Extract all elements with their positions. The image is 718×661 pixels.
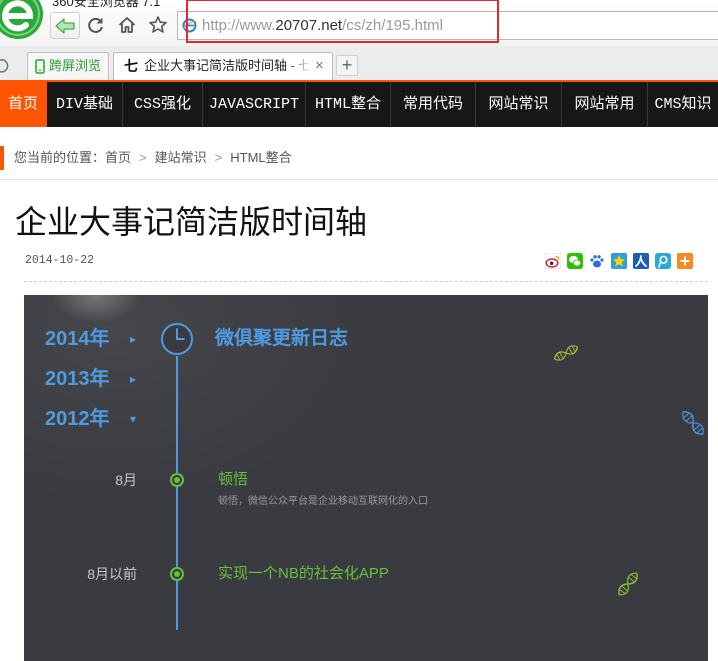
tab-favicon: 七 bbox=[124, 58, 138, 74]
weibo-icon[interactable] bbox=[545, 253, 561, 269]
refresh-icon bbox=[88, 17, 103, 33]
breadcrumb: 您当前的位置：首页 > 建站常识 > HTML整合 bbox=[0, 146, 718, 171]
divider bbox=[0, 179, 718, 180]
year-label: 2013年 bbox=[45, 368, 110, 390]
year-label: 2014年 bbox=[45, 328, 110, 350]
year-label: 2012年 bbox=[45, 408, 110, 430]
new-tab-button[interactable]: + bbox=[336, 55, 358, 76]
dashed-divider bbox=[24, 281, 708, 282]
year-2014[interactable]: 2014年 ▸ bbox=[45, 327, 155, 351]
breadcrumb-text: 您当前的位置：首页 > 建站常识 > HTML整合 bbox=[14, 146, 292, 170]
tab-label: 跨屏浏览 bbox=[49, 58, 102, 73]
breadcrumb-link-category[interactable]: 建站常识 bbox=[155, 150, 207, 165]
caret-right-icon: ▸ bbox=[130, 372, 137, 386]
nav-item-div[interactable]: DIV基础 bbox=[47, 82, 123, 127]
renren-icon[interactable] bbox=[633, 253, 649, 269]
chevron-right-icon: > bbox=[214, 150, 223, 165]
breadcrumb-link-subcategory[interactable]: HTML整合 bbox=[230, 150, 291, 165]
baidu-icon[interactable] bbox=[589, 253, 605, 269]
tab-cross-screen[interactable]: 跨屏浏览 bbox=[27, 52, 109, 80]
timeline-axis bbox=[176, 356, 178, 630]
share-bar bbox=[545, 253, 693, 269]
year-2012[interactable]: 2012年 ▾ bbox=[45, 407, 155, 431]
tencent-weibo-icon[interactable] bbox=[655, 253, 671, 269]
timeline-heading: 微俱聚更新日志 bbox=[215, 328, 349, 349]
tab-current[interactable]: 七 企业大事记简洁版时间轴 - 七七 × bbox=[113, 52, 333, 80]
wechat-icon[interactable] bbox=[567, 253, 583, 269]
caret-down-icon: ▾ bbox=[130, 412, 137, 426]
event-dot-icon bbox=[170, 567, 184, 581]
site-nav: 首页 DIV基础 CSS强化 JAVASCRIPT HTML整合 常用代码 网站… bbox=[0, 82, 718, 127]
nav-item-code[interactable]: 常用代码 bbox=[391, 82, 476, 127]
qzone-icon[interactable] bbox=[611, 253, 627, 269]
nav-item-web-knowledge[interactable]: 网站常识 bbox=[476, 82, 562, 127]
chevron-right-icon: > bbox=[139, 150, 147, 165]
tab-strip: 跨屏浏览 七 企业大事记简洁版时间轴 - 七七 × + bbox=[0, 46, 718, 80]
refresh-button[interactable] bbox=[84, 13, 108, 37]
event-date: 8月 bbox=[115, 472, 137, 488]
dna-decoration-icon bbox=[618, 572, 638, 596]
event-title: 顿悟 bbox=[218, 471, 249, 488]
caret-right-icon: ▸ bbox=[130, 332, 137, 346]
favorite-button[interactable] bbox=[146, 13, 170, 37]
nav-item-html[interactable]: HTML整合 bbox=[306, 82, 391, 127]
more-share-icon[interactable] bbox=[677, 253, 693, 269]
timeline-demo-image: 2014年 ▸ 2013年 ▸ 2012年 ▾ 微俱聚更新日志 8月 顿悟 顿悟… bbox=[24, 295, 708, 661]
nav-item-cms[interactable]: CMS知识 bbox=[648, 82, 718, 127]
nav-item-home[interactable]: 首页 bbox=[0, 82, 47, 127]
home-icon bbox=[118, 17, 136, 33]
article-date: 2014-10-22 bbox=[25, 254, 95, 267]
event-description: 顿悟，微信公众平台是企业移动互联网化的入口 bbox=[218, 496, 428, 507]
event-title: 实现一个NB的社会化APP bbox=[218, 565, 389, 582]
star-icon bbox=[149, 16, 167, 33]
breadcrumb-accent-bar bbox=[0, 146, 4, 170]
url-highlight-box bbox=[186, 0, 499, 43]
nav-item-web-common[interactable]: 网站常用 bbox=[562, 82, 648, 127]
breadcrumb-link-home[interactable]: 首页 bbox=[105, 150, 131, 165]
close-tab-icon[interactable]: × bbox=[315, 53, 324, 79]
dna-decoration-icon bbox=[682, 411, 704, 435]
year-2013[interactable]: 2013年 ▸ bbox=[45, 367, 155, 391]
tab-label: 企业大事记简洁版时间轴 - 七七 bbox=[144, 58, 312, 73]
event-date: 8月以前 bbox=[87, 566, 137, 582]
nav-item-javascript[interactable]: JAVASCRIPT bbox=[203, 82, 306, 127]
undo-close-tab-icon[interactable] bbox=[0, 57, 9, 73]
dna-decoration-icon bbox=[553, 345, 579, 361]
browser-logo-icon[interactable] bbox=[0, 0, 43, 39]
event-dot-icon bbox=[170, 473, 184, 487]
home-button[interactable] bbox=[115, 13, 139, 37]
article-title: 企业大事记简洁版时间轴 bbox=[15, 204, 368, 240]
back-arrow-icon bbox=[55, 17, 75, 34]
phone-icon bbox=[35, 59, 45, 74]
clock-icon bbox=[161, 323, 193, 355]
browser-title: 360安全浏览器 7.1 bbox=[52, 0, 161, 9]
back-button[interactable] bbox=[50, 12, 80, 39]
nav-item-css[interactable]: CSS强化 bbox=[123, 82, 203, 127]
breadcrumb-prefix: 您当前的位置： bbox=[14, 150, 106, 165]
